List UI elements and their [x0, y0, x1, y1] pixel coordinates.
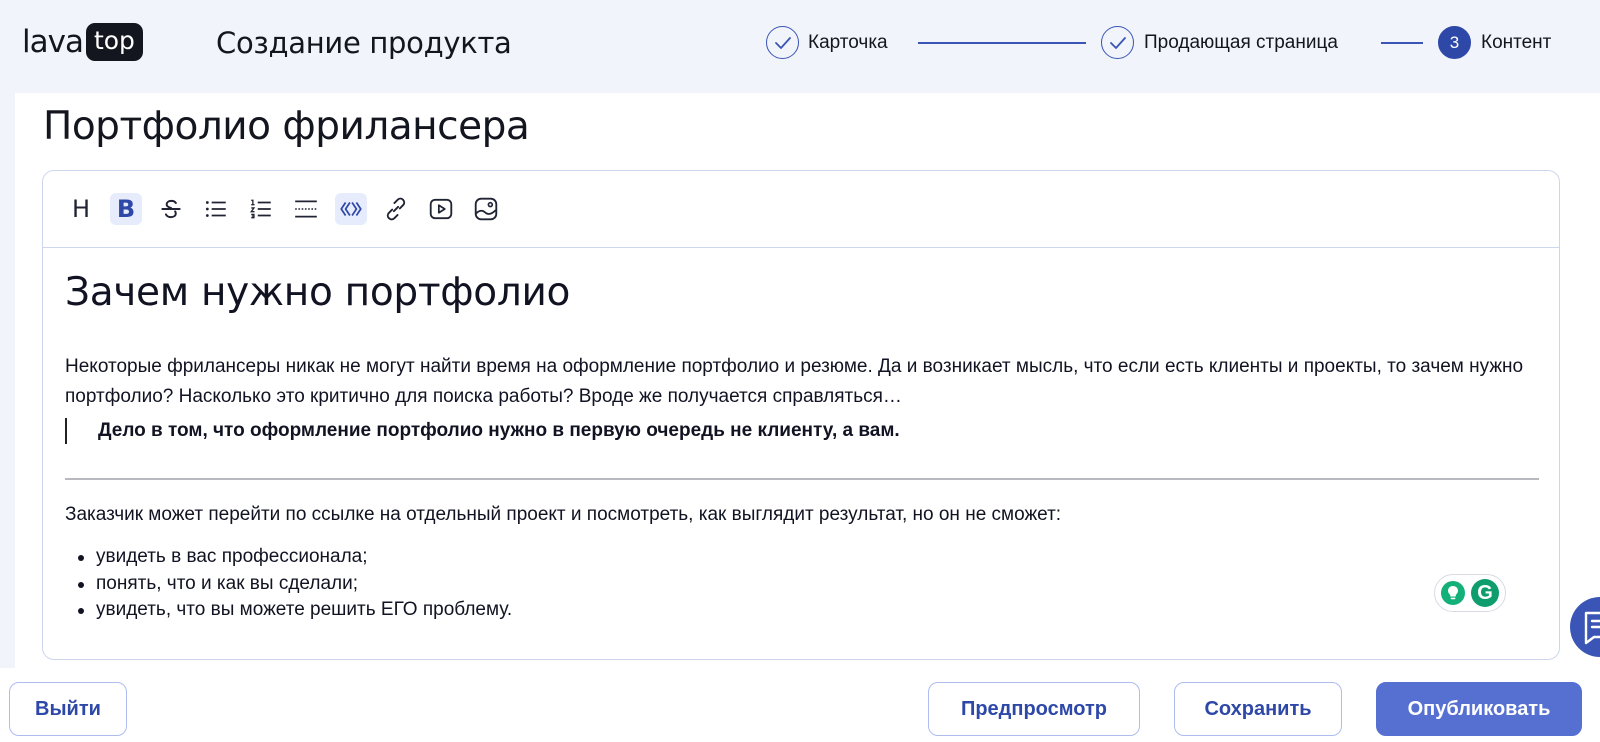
- step-connector-2: [1381, 42, 1423, 44]
- quote-icon[interactable]: [335, 193, 367, 225]
- list-item[interactable]: увидеть, что вы можете решить ЕГО пробле…: [65, 597, 512, 624]
- strikethrough-icon[interactable]: [155, 193, 187, 225]
- list-item[interactable]: понять, что и как вы сделали;: [65, 571, 512, 598]
- rich-text-editor[interactable]: H B Зачем нужно портфолио Некоторые фрил…: [42, 170, 1560, 660]
- step-1-check-icon[interactable]: [766, 26, 799, 59]
- lava-top-logo[interactable]: lava top: [22, 22, 143, 62]
- step-3-number[interactable]: 3: [1438, 26, 1471, 59]
- page-title: Создание продукта: [216, 26, 512, 60]
- exit-button[interactable]: Выйти: [9, 682, 127, 736]
- preview-button[interactable]: Предпросмотр: [928, 682, 1140, 736]
- step-3-label[interactable]: Контент: [1481, 32, 1551, 54]
- image-icon[interactable]: [470, 193, 502, 225]
- content-blockquote[interactable]: Дело в том, что оформление портфолио нуж…: [65, 418, 900, 444]
- ordered-list-icon[interactable]: [245, 193, 277, 225]
- bullet-list-icon[interactable]: [200, 193, 232, 225]
- publish-button[interactable]: Опубликовать: [1376, 682, 1582, 736]
- step-connector-1: [918, 42, 1086, 44]
- horizontal-rule-icon[interactable]: [290, 193, 322, 225]
- video-icon[interactable]: [425, 193, 457, 225]
- lightbulb-icon[interactable]: [1441, 581, 1465, 605]
- content-paragraph[interactable]: Некоторые фрилансеры никак не могут найт…: [65, 352, 1545, 412]
- heading-icon[interactable]: H: [65, 193, 97, 225]
- link-icon[interactable]: [380, 193, 412, 225]
- grammarly-icon[interactable]: G: [1471, 579, 1499, 607]
- footer-bar: [0, 668, 1600, 742]
- logo-text-top: top: [85, 23, 143, 61]
- logo-text-lava: lava: [22, 24, 84, 60]
- step-1-label[interactable]: Карточка: [808, 32, 888, 54]
- bold-icon[interactable]: B: [110, 193, 142, 225]
- step-2-label[interactable]: Продающая страница: [1144, 32, 1338, 54]
- app-header: lava top Создание продукта Карточка Прод…: [0, 0, 1600, 92]
- document-title[interactable]: Портфолио фрилансера: [43, 104, 530, 149]
- save-button[interactable]: Сохранить: [1174, 682, 1342, 736]
- list-item[interactable]: увидеть в вас профессионала;: [65, 544, 512, 571]
- grammarly-widget[interactable]: G: [1434, 574, 1506, 612]
- content-paragraph-2[interactable]: Заказчик может перейти по ссылке на отде…: [65, 501, 1061, 529]
- content-heading[interactable]: Зачем нужно портфолио: [65, 270, 570, 315]
- content-divider: [65, 478, 1539, 480]
- content-bullet-list[interactable]: увидеть в вас профессионала; понять, что…: [65, 544, 512, 624]
- editor-toolbar: H B: [43, 171, 1559, 248]
- step-2-check-icon[interactable]: [1101, 26, 1134, 59]
